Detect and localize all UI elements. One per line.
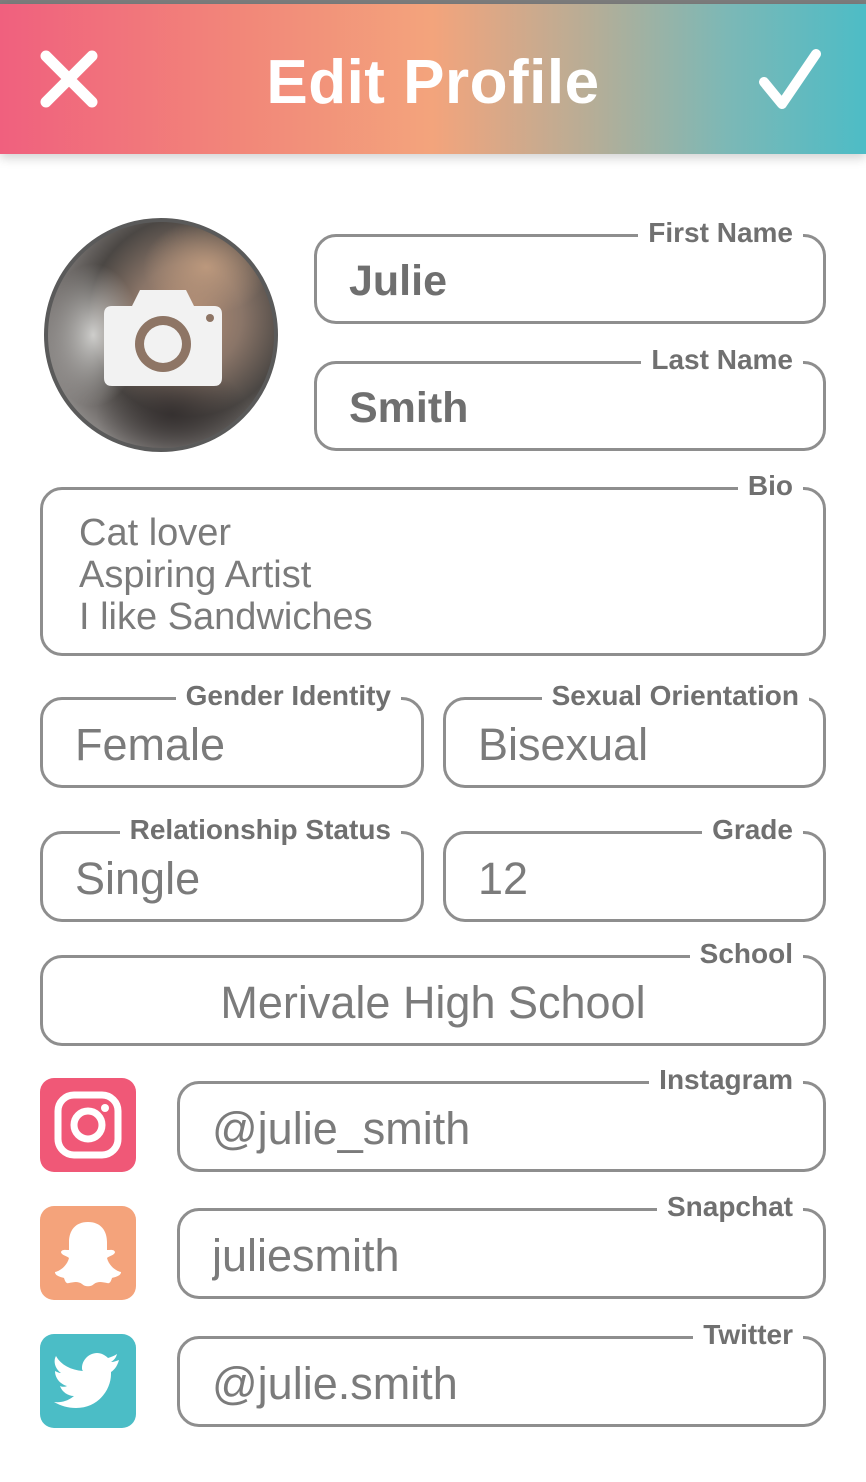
instagram-icon	[54, 1091, 122, 1159]
header-bar: Edit Profile	[0, 4, 866, 154]
bio-line: Aspiring Artist	[79, 554, 312, 596]
bio-label: Bio	[737, 468, 803, 504]
school-label: School	[689, 936, 803, 972]
snapchat-button[interactable]	[40, 1206, 136, 1300]
grade-field[interactable]: Grade 12	[443, 812, 826, 922]
relationship-status-value: Single	[75, 853, 201, 904]
twitter-label: Twitter	[693, 1317, 803, 1353]
save-button[interactable]	[752, 42, 826, 116]
last-name-label: Last Name	[641, 342, 803, 378]
grade-label: Grade	[702, 812, 803, 848]
instagram-value: @julie_smith	[212, 1103, 471, 1154]
grade-value: 12	[478, 853, 529, 904]
twitter-value: @julie.smith	[212, 1358, 458, 1409]
page-title: Edit Profile	[266, 48, 600, 117]
gender-identity-label: Gender Identity	[175, 678, 401, 714]
relationship-status-label: Relationship Status	[119, 812, 401, 848]
camera-icon	[104, 290, 222, 386]
first-name-label: First Name	[638, 215, 803, 251]
sexual-orientation-label: Sexual Orientation	[541, 678, 809, 714]
snapchat-ghost-icon	[55, 1222, 121, 1287]
first-name-value: Julie	[349, 257, 447, 305]
sexual-orientation-field[interactable]: Sexual Orientation Bisexual	[443, 678, 826, 788]
last-name-value: Smith	[349, 384, 469, 432]
instagram-button[interactable]	[40, 1078, 136, 1172]
bio-text: Cat lover Aspiring Artist I like Sandwic…	[79, 512, 373, 638]
last-name-field[interactable]: Last Name Smith	[314, 342, 826, 451]
snapchat-label: Snapchat	[656, 1189, 803, 1225]
snapchat-value: juliesmith	[212, 1230, 400, 1281]
profile-photo-picker[interactable]	[44, 218, 278, 452]
gender-identity-field[interactable]: Gender Identity Female	[40, 678, 424, 788]
twitter-bird-icon	[54, 1353, 119, 1408]
bio-line: I like Sandwiches	[79, 596, 373, 638]
gender-identity-value: Female	[75, 719, 226, 770]
sexual-orientation-value: Bisexual	[478, 719, 649, 770]
checkmark-icon	[759, 49, 821, 109]
first-name-field[interactable]: First Name Julie	[314, 215, 826, 324]
instagram-field[interactable]: Instagram @julie_smith	[177, 1062, 826, 1172]
relationship-status-field[interactable]: Relationship Status Single	[40, 812, 424, 922]
school-value: Merivale High School	[220, 977, 646, 1028]
snapchat-field[interactable]: Snapchat juliesmith	[177, 1189, 826, 1299]
bio-field[interactable]: Bio Cat lover Aspiring Artist I like San…	[40, 468, 826, 656]
school-field[interactable]: School Merivale High School	[40, 936, 826, 1046]
instagram-label: Instagram	[649, 1062, 803, 1098]
twitter-button[interactable]	[40, 1334, 136, 1428]
twitter-field[interactable]: Twitter @julie.smith	[177, 1317, 826, 1427]
bio-line: Cat lover	[79, 512, 232, 554]
